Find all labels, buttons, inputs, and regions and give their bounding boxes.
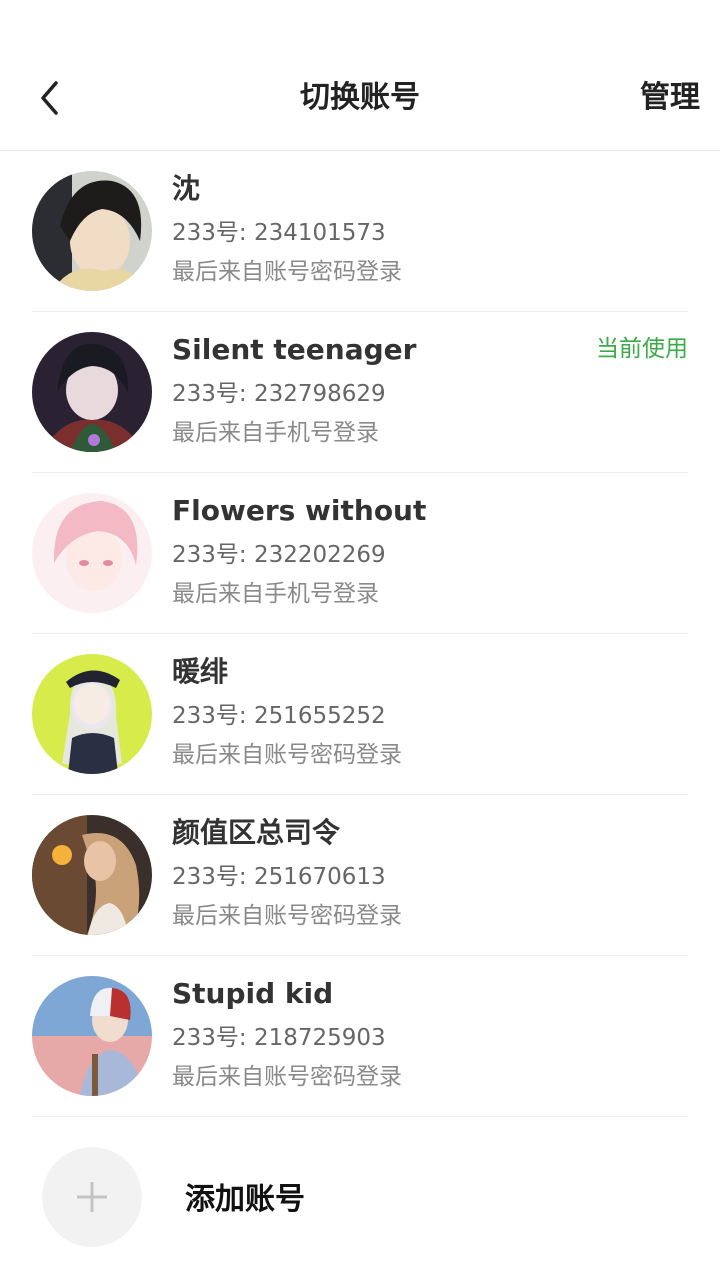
- avatar: [32, 654, 152, 774]
- plus-icon: [77, 1182, 107, 1212]
- account-id: 233号: 232798629: [172, 381, 386, 407]
- account-id: 233号: 251670613: [172, 864, 386, 890]
- account-name: 颜值区总司令: [172, 816, 341, 849]
- account-name: Stupid kid: [172, 977, 334, 1010]
- avatar: [32, 171, 152, 291]
- account-list: 沈 233号: 234101573 最后来自账号密码登录 Silent teen…: [0, 151, 720, 1277]
- account-row[interactable]: Stupid kid 233号: 218725903 最后来自账号密码登录: [32, 956, 688, 1117]
- add-account-row[interactable]: 添加账号: [32, 1117, 688, 1277]
- page-title: 切换账号: [300, 80, 420, 115]
- manage-button[interactable]: 管理: [640, 78, 700, 118]
- add-account-label[interactable]: 添加账号: [185, 1180, 305, 1220]
- account-row[interactable]: Flowers without 233号: 232202269 最后来自手机号登…: [32, 473, 688, 634]
- account-id: 233号: 218725903: [172, 1025, 386, 1051]
- avatar: [32, 332, 152, 452]
- account-name: Silent teenager: [172, 333, 417, 366]
- top-bar: 切换账号 管理: [0, 48, 720, 151]
- avatar: [32, 815, 152, 935]
- avatar: [32, 493, 152, 613]
- last-login-method: 最后来自手机号登录: [172, 420, 379, 446]
- avatar: [32, 976, 152, 1096]
- account-id: 233号: 232202269: [172, 542, 386, 568]
- add-account-button[interactable]: [42, 1147, 142, 1247]
- last-login-method: 最后来自账号密码登录: [172, 903, 402, 929]
- account-row[interactable]: 沈 233号: 234101573 最后来自账号密码登录: [32, 151, 688, 312]
- account-name: 沈: [172, 172, 201, 205]
- account-id: 233号: 251655252: [172, 703, 386, 729]
- last-login-method: 最后来自账号密码登录: [172, 259, 402, 285]
- account-name: 暖绯: [172, 655, 229, 688]
- account-row[interactable]: 暖绯 233号: 251655252 最后来自账号密码登录: [32, 634, 688, 795]
- account-id: 233号: 234101573: [172, 220, 386, 246]
- last-login-method: 最后来自手机号登录: [172, 581, 379, 607]
- status-bar: [0, 0, 720, 48]
- last-login-method: 最后来自账号密码登录: [172, 742, 402, 768]
- current-account-badge: 当前使用: [596, 336, 688, 362]
- account-row[interactable]: Silent teenager 233号: 232798629 最后来自手机号登…: [32, 312, 688, 473]
- account-row[interactable]: 颜值区总司令 233号: 251670613 最后来自账号密码登录: [32, 795, 688, 956]
- last-login-method: 最后来自账号密码登录: [172, 1064, 402, 1090]
- account-name: Flowers without: [172, 494, 427, 527]
